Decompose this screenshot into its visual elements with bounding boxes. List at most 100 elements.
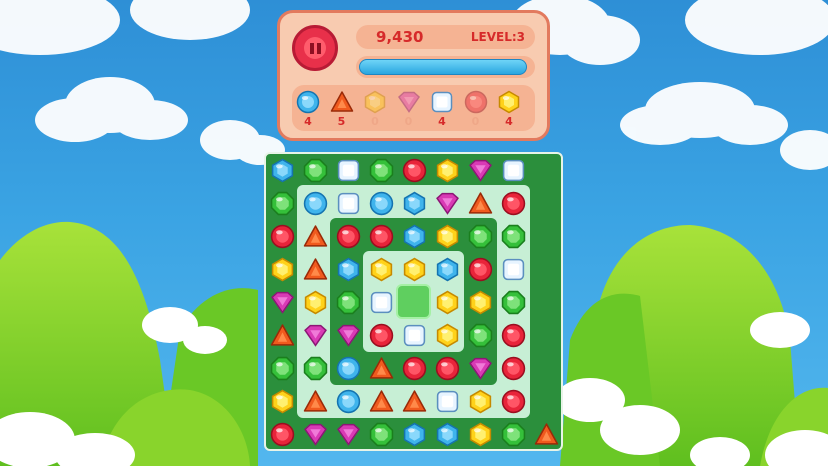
gem-cell[interactable] <box>464 319 497 352</box>
gem-cell[interactable] <box>431 253 464 286</box>
yellow-hex-icon <box>364 90 386 114</box>
gem-cell[interactable] <box>299 154 332 187</box>
gem-cell[interactable] <box>464 385 497 418</box>
gem-cell[interactable] <box>431 385 464 418</box>
gem-cell[interactable] <box>431 154 464 187</box>
yellow-hex-icon <box>436 224 459 249</box>
gem-cell[interactable] <box>332 220 365 253</box>
pink-diamond-icon <box>397 91 420 113</box>
gem-cell[interactable] <box>299 385 332 418</box>
gem-cell[interactable] <box>464 253 497 286</box>
gem-cell[interactable] <box>266 154 299 187</box>
score-value: 9,430 <box>376 28 424 46</box>
gem-cell[interactable] <box>497 286 530 319</box>
gem-cell[interactable] <box>365 418 398 451</box>
gem-cell[interactable] <box>431 286 464 319</box>
gem-cell[interactable] <box>299 187 332 220</box>
gem-cell[interactable] <box>332 253 365 286</box>
red-circle-icon <box>501 389 526 414</box>
gem-cell[interactable] <box>299 286 332 319</box>
gem-cell[interactable] <box>398 253 431 286</box>
gem-cell[interactable] <box>431 319 464 352</box>
pink-diamond-icon <box>304 423 327 446</box>
hud-panel: 9,430 LEVEL:3 4 5 0 0 4 0 4 <box>277 10 550 141</box>
gem-cell[interactable] <box>299 352 332 385</box>
gem-cell[interactable] <box>398 319 431 352</box>
gem-cell[interactable] <box>398 385 431 418</box>
gem-cell[interactable] <box>431 352 464 385</box>
gem-cell[interactable] <box>266 385 299 418</box>
red-triangle-icon <box>303 390 328 412</box>
gem-cell[interactable] <box>497 253 530 286</box>
gem-cell[interactable] <box>530 418 563 451</box>
yellow-hex-icon <box>498 90 520 114</box>
gem-cell[interactable] <box>398 154 431 187</box>
green-oct-icon <box>369 158 394 183</box>
gem-cell[interactable] <box>332 187 365 220</box>
gem-cell[interactable] <box>332 319 365 352</box>
gem-cell[interactable] <box>365 385 398 418</box>
yellow-hex-icon <box>469 422 492 447</box>
gem-cell[interactable] <box>266 253 299 286</box>
blue-circle-icon <box>336 356 361 381</box>
gem-cell[interactable] <box>266 187 299 220</box>
gem-cell[interactable] <box>365 220 398 253</box>
gem-cell[interactable] <box>266 220 299 253</box>
goal-item: 4 <box>496 88 522 128</box>
gem-cell[interactable] <box>464 352 497 385</box>
gem-cell[interactable] <box>332 385 365 418</box>
gem-cell[interactable] <box>398 352 431 385</box>
gem-cell[interactable] <box>497 418 530 451</box>
pink-diamond-icon <box>469 357 492 380</box>
gem-cell[interactable] <box>365 187 398 220</box>
gem-cell[interactable] <box>365 319 398 352</box>
gem-cell[interactable] <box>266 286 299 319</box>
gem-cell[interactable] <box>332 418 365 451</box>
blue-hex-icon <box>337 257 360 282</box>
blue-hex-icon <box>403 422 426 447</box>
gem-cell[interactable] <box>497 385 530 418</box>
gem-cell[interactable] <box>332 154 365 187</box>
pink-diamond-icon <box>337 423 360 446</box>
gem-cell[interactable] <box>299 253 332 286</box>
gem-cell[interactable] <box>398 418 431 451</box>
gem-cell[interactable] <box>365 352 398 385</box>
gem-cell[interactable] <box>431 220 464 253</box>
pause-button[interactable] <box>292 25 338 71</box>
gem-cell[interactable] <box>464 418 497 451</box>
gem-cell[interactable] <box>266 319 299 352</box>
gem-cell[interactable] <box>365 253 398 286</box>
gem-cell[interactable] <box>464 154 497 187</box>
green-oct-icon <box>369 422 394 447</box>
gem-cell[interactable] <box>299 220 332 253</box>
red-circle-icon <box>501 356 526 381</box>
green-oct-icon <box>336 290 361 315</box>
gem-cell[interactable] <box>464 286 497 319</box>
gem-cell[interactable] <box>266 352 299 385</box>
goal-item: 4 <box>429 88 455 128</box>
yellow-hex-icon <box>271 389 294 414</box>
gem-cell[interactable] <box>299 319 332 352</box>
gem-cell[interactable] <box>497 319 530 352</box>
yellow-hex-icon <box>403 257 426 282</box>
gem-cell[interactable] <box>431 187 464 220</box>
gem-cell[interactable] <box>497 352 530 385</box>
gem-cell[interactable] <box>497 220 530 253</box>
gem-cell[interactable] <box>332 286 365 319</box>
white-square-icon <box>337 159 360 182</box>
gem-cell[interactable] <box>497 154 530 187</box>
gem-cell[interactable] <box>332 352 365 385</box>
gem-cell[interactable] <box>365 286 398 319</box>
goal-count: 0 <box>404 115 413 128</box>
gem-cell[interactable] <box>299 418 332 451</box>
goal-count: 0 <box>471 115 480 128</box>
gem-cell[interactable] <box>266 418 299 451</box>
gem-cell[interactable] <box>398 220 431 253</box>
gem-cell[interactable] <box>398 187 431 220</box>
gem-cell[interactable] <box>464 187 497 220</box>
gem-cell[interactable] <box>497 187 530 220</box>
gem-cell[interactable] <box>431 418 464 451</box>
pink-diamond-icon <box>304 324 327 347</box>
gem-cell[interactable] <box>365 154 398 187</box>
gem-cell[interactable] <box>464 220 497 253</box>
